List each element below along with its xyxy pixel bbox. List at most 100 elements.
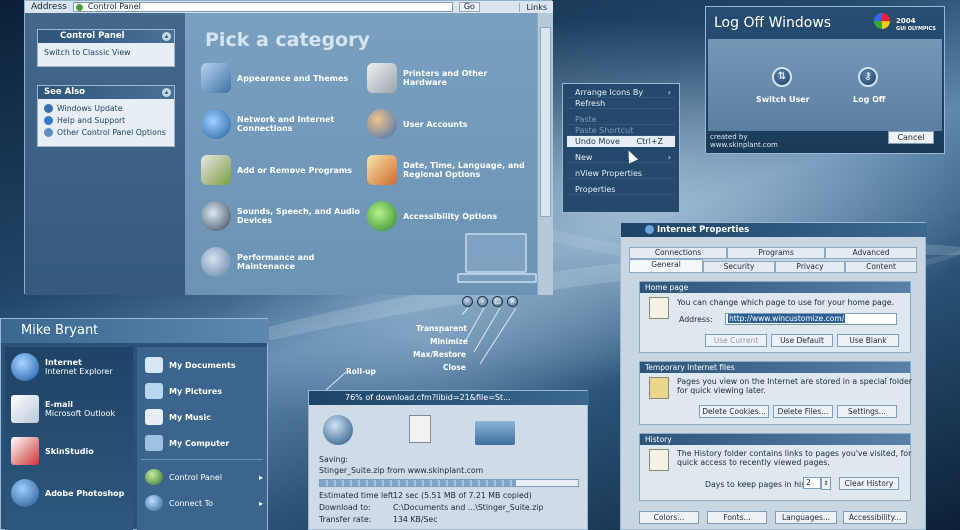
menu-arrange-icons[interactable]: Arrange Icons By › bbox=[567, 87, 675, 98]
group-title: Home page bbox=[640, 282, 910, 293]
menu-undo-move[interactable]: Undo Move Ctrl+Z bbox=[567, 136, 675, 147]
tab-content[interactable]: Content bbox=[845, 261, 917, 273]
close-callout: Close bbox=[443, 363, 466, 372]
internet-properties-dialog: Internet Properties Connections Programs… bbox=[620, 222, 927, 530]
category-date-time[interactable]: Date, Time, Language, and Regional Optio… bbox=[367, 155, 527, 185]
menu-refresh[interactable]: Refresh bbox=[567, 98, 675, 109]
dialog-title: Internet Properties bbox=[657, 225, 750, 235]
taskbox-header[interactable]: See Also ▴ bbox=[38, 86, 174, 99]
collapse-icon[interactable]: ▴ bbox=[162, 32, 171, 41]
category-printers[interactable]: Printers and Other Hardware bbox=[367, 63, 527, 93]
languages-button[interactable]: Languages... bbox=[775, 511, 837, 524]
email-icon bbox=[11, 395, 39, 423]
tab-security[interactable]: Security bbox=[703, 261, 775, 273]
place-my-documents[interactable]: My Documents bbox=[145, 357, 236, 373]
tab-programs[interactable]: Programs bbox=[727, 247, 825, 259]
internet-icon bbox=[645, 225, 654, 234]
address-input[interactable]: Control Panel bbox=[72, 2, 453, 12]
menu-new[interactable]: New › bbox=[567, 152, 675, 163]
switch-user-icon[interactable]: ⇅ bbox=[772, 67, 792, 87]
globe-icon bbox=[323, 415, 353, 445]
tab-connections[interactable]: Connections bbox=[629, 247, 727, 259]
folder-icon bbox=[649, 377, 669, 399]
download-dialog: 76% of download.cfm?libid=21&file=St... … bbox=[308, 390, 589, 530]
taskbox-header[interactable]: Control Panel ▴ bbox=[38, 30, 174, 43]
pinned-internet[interactable]: Internet Internet Explorer bbox=[11, 353, 113, 381]
tab-general[interactable]: General bbox=[629, 259, 703, 273]
category-accessibility[interactable]: Accessibility Options bbox=[367, 201, 527, 231]
place-my-music[interactable]: My Music bbox=[145, 409, 211, 425]
clear-history-button[interactable]: Clear History bbox=[839, 477, 899, 490]
place-my-computer[interactable]: My Computer bbox=[145, 435, 229, 451]
use-blank-button[interactable]: Use Blank bbox=[837, 334, 899, 347]
address-bar: Address Control Panel Go Links bbox=[25, 1, 553, 13]
cancel-button[interactable]: Cancel bbox=[888, 131, 934, 144]
menu-paste: Paste bbox=[567, 114, 675, 125]
user-name: Mike Bryant bbox=[21, 323, 99, 338]
download-to-label: Download to: bbox=[319, 503, 371, 512]
control-panel-item[interactable]: Control Panel ▸ bbox=[145, 469, 263, 485]
see-also-help-support[interactable]: Help and Support bbox=[44, 116, 168, 125]
log-off-icon[interactable]: ⚷ bbox=[858, 67, 878, 87]
menu-paste-shortcut: Paste Shortcut bbox=[567, 125, 675, 136]
printer-icon bbox=[367, 63, 397, 93]
documents-icon bbox=[145, 357, 163, 373]
home-page-address-input[interactable]: http://www.wincustomize.com/ bbox=[725, 313, 897, 325]
pinned-skinstudio[interactable]: SkinStudio bbox=[11, 437, 94, 465]
tab-privacy[interactable]: Privacy bbox=[775, 261, 845, 273]
group-title: Temporary Internet files bbox=[640, 362, 910, 373]
shortcut-label: Ctrl+Z bbox=[636, 137, 663, 146]
go-button[interactable]: Go bbox=[458, 2, 480, 12]
connect-icon bbox=[145, 495, 163, 511]
tab-advanced[interactable]: Advanced bbox=[825, 247, 917, 259]
links-button[interactable]: Links bbox=[519, 2, 553, 12]
category-add-remove[interactable]: Add or Remove Programs bbox=[201, 155, 361, 185]
colors-button[interactable]: Colors... bbox=[639, 511, 699, 524]
accessibility-button[interactable]: Accessibility... bbox=[843, 511, 907, 524]
photoshop-icon bbox=[11, 479, 39, 507]
fonts-button[interactable]: Fonts... bbox=[707, 511, 767, 524]
category-performance[interactable]: Performance and Maintenance bbox=[201, 247, 361, 277]
collapse-icon[interactable]: ▴ bbox=[162, 88, 171, 97]
title-bar[interactable]: 76% of download.cfm?libid=21&file=St... bbox=[309, 391, 589, 405]
log-off-dialog: Log Off Windows 2004 GUI OLYMPICS ⇅ Switc… bbox=[705, 6, 945, 154]
callout-lines bbox=[462, 307, 517, 365]
delete-cookies-button[interactable]: Delete Cookies... bbox=[699, 405, 769, 418]
category-user-accounts[interactable]: User Accounts bbox=[367, 109, 527, 139]
settings-button[interactable]: Settings... bbox=[837, 405, 897, 418]
start-menu-header: Mike Bryant bbox=[1, 319, 269, 343]
title-bar: Internet Properties bbox=[621, 223, 927, 237]
delete-files-button[interactable]: Delete Files... bbox=[773, 405, 833, 418]
use-current-button[interactable]: Use Current bbox=[705, 334, 767, 347]
switch-user-label[interactable]: Switch User bbox=[756, 95, 810, 104]
switch-classic-view-link[interactable]: Switch to Classic View bbox=[44, 48, 168, 57]
vertical-scrollbar[interactable] bbox=[537, 13, 553, 295]
download-to-value: C:\Documents and ...\Stinger_Suite.zip bbox=[393, 503, 544, 512]
control-panel-icon bbox=[145, 469, 163, 485]
log-off-label[interactable]: Log Off bbox=[853, 95, 885, 104]
days-stepper[interactable]: ⇕ bbox=[821, 477, 831, 490]
pinned-photoshop[interactable]: Adobe Photoshop bbox=[11, 479, 124, 507]
pinned-email[interactable]: E-mail Microsoft Outlook bbox=[11, 395, 115, 423]
category-sounds[interactable]: Sounds, Speech, and Audio Devices bbox=[201, 201, 361, 231]
scrollbar-thumb[interactable] bbox=[540, 27, 551, 217]
help-icon bbox=[44, 116, 53, 125]
home-page-icon bbox=[649, 297, 669, 319]
folder-icon bbox=[475, 421, 515, 445]
users-icon bbox=[367, 109, 397, 139]
saving-label: Saving: bbox=[319, 455, 349, 464]
menu-nview-properties[interactable]: nView Properties bbox=[567, 168, 675, 179]
category-network[interactable]: Network and Internet Connections bbox=[201, 109, 361, 139]
place-my-pictures[interactable]: My Pictures bbox=[145, 383, 222, 399]
temp-files-description: Pages you view on the Internet are store… bbox=[677, 377, 912, 395]
download-progress bbox=[319, 479, 579, 487]
transparent-callout: Transparent bbox=[416, 324, 467, 333]
connect-to-item[interactable]: Connect To ▸ bbox=[145, 495, 263, 511]
address-label: Address bbox=[31, 2, 67, 12]
menu-properties[interactable]: Properties bbox=[567, 184, 675, 195]
category-appearance[interactable]: Appearance and Themes bbox=[201, 63, 361, 93]
see-also-windows-update[interactable]: Windows Update bbox=[44, 104, 168, 113]
see-also-other-options[interactable]: Other Control Panel Options bbox=[44, 128, 168, 137]
use-default-button[interactable]: Use Default bbox=[771, 334, 833, 347]
days-input[interactable]: 2 bbox=[803, 477, 821, 489]
